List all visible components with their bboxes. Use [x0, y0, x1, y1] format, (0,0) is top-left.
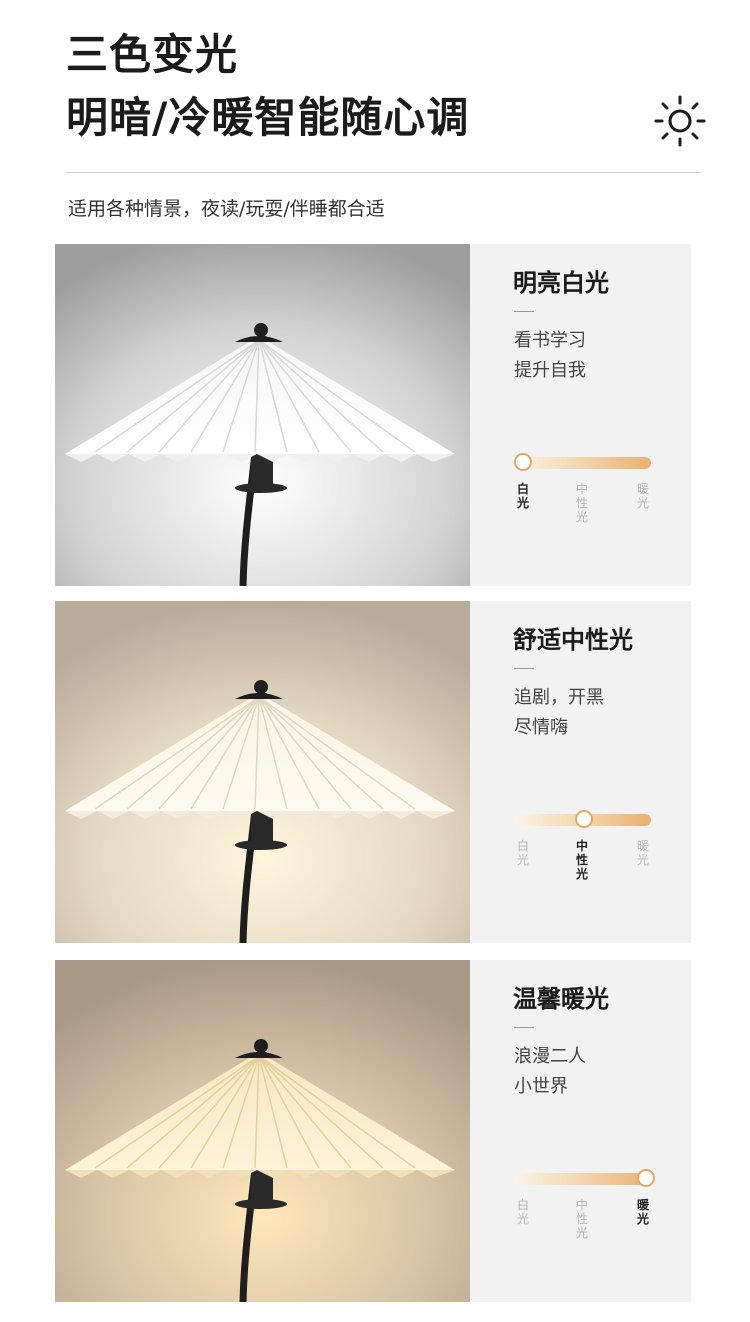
- mode-card-warm: 温馨暖光 浪漫二人 小世界 白光 中性光 暖光: [55, 960, 691, 1302]
- mode-desc-line1: 追剧，开黑: [514, 687, 604, 708]
- mode-desc-line1: 看书学习: [514, 330, 586, 351]
- mode-desc-line1: 浪漫二人: [514, 1046, 586, 1067]
- sun-icon: [654, 95, 706, 147]
- slider-label-neutral: 中性光: [575, 1198, 588, 1240]
- mode-panel-white: 明亮白光 看书学习 提升自我 白光 中性光 暖光: [470, 244, 691, 586]
- page-title-line1: 三色变光: [66, 30, 239, 79]
- page-subtitle: 适用各种情景，夜读/玩耍/伴睡都合适: [68, 198, 385, 220]
- color-temp-slider-track[interactable]: [514, 1173, 651, 1185]
- mode-desc-line2: 小世界: [514, 1076, 568, 1097]
- slider-label-neutral: 中性光: [575, 839, 588, 881]
- mode-card-neutral: 舒适中性光 追剧，开黑 尽情嗨 白光 中性光 暖光: [55, 601, 691, 943]
- divider-dash: [514, 1027, 534, 1028]
- divider-dash: [514, 311, 534, 312]
- mode-desc-line2: 提升自我: [514, 360, 586, 381]
- mode-card-white: 明亮白光 看书学习 提升自我 白光 中性光 暖光: [55, 244, 691, 586]
- divider-dash: [514, 668, 534, 669]
- mode-title: 明亮白光: [513, 269, 609, 297]
- slider-label-warm: 暖光: [636, 839, 649, 867]
- mode-desc-line2: 尽情嗨: [514, 717, 568, 738]
- slider-label-white: 白光: [516, 1198, 529, 1226]
- slider-label-neutral: 中性光: [575, 482, 588, 524]
- lamp-photo-neutral: [55, 601, 470, 943]
- slider-label-white: 白光: [516, 482, 529, 510]
- lamp-photo-warm: [55, 960, 470, 1302]
- color-temp-slider-knob[interactable]: [514, 453, 532, 471]
- mode-panel-neutral: 舒适中性光 追剧，开黑 尽情嗨 白光 中性光 暖光: [470, 601, 691, 943]
- mode-panel-warm: 温馨暖光 浪漫二人 小世界 白光 中性光 暖光: [470, 960, 691, 1302]
- color-temp-slider-track[interactable]: [514, 457, 651, 469]
- color-temp-slider-knob[interactable]: [575, 810, 593, 828]
- lamp-photo-white: [55, 244, 470, 586]
- slider-label-white: 白光: [516, 839, 529, 867]
- mode-title: 温馨暖光: [513, 985, 609, 1013]
- slider-label-warm: 暖光: [636, 482, 649, 510]
- header-divider: [66, 172, 701, 173]
- slider-label-warm: 暖光: [636, 1198, 649, 1226]
- mode-title: 舒适中性光: [513, 626, 633, 654]
- page-title-line2: 明暗/冷暖智能随心调: [66, 93, 470, 142]
- color-temp-slider-knob[interactable]: [637, 1169, 655, 1187]
